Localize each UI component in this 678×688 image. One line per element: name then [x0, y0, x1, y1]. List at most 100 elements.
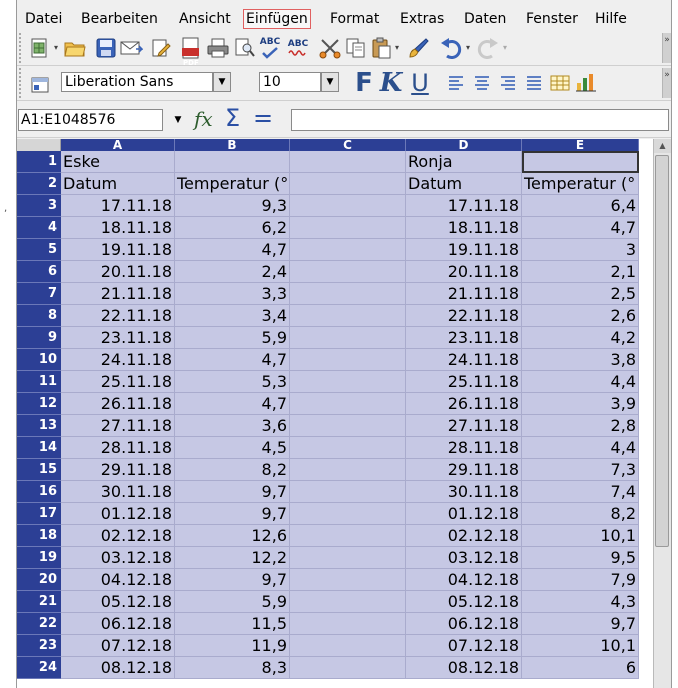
menu-format[interactable]: Format [330, 11, 379, 27]
cell-e19[interactable]: 9,5 [522, 547, 639, 569]
cell-c3[interactable] [290, 195, 406, 217]
row-header[interactable]: 5 [17, 239, 61, 261]
cell-e14[interactable]: 4,4 [522, 437, 639, 459]
cell-d17[interactable]: 01.12.18 [406, 503, 522, 525]
row-header[interactable]: 11 [17, 371, 61, 393]
new-document-icon[interactable] [27, 35, 53, 61]
cell-c11[interactable] [290, 371, 406, 393]
redo-icon[interactable] [475, 35, 501, 61]
cell-b5[interactable]: 4,7 [175, 239, 290, 261]
cell-a17[interactable]: 01.12.18 [61, 503, 175, 525]
align-center-icon[interactable] [469, 70, 495, 96]
cell-b22[interactable]: 11,5 [175, 613, 290, 635]
cell-b19[interactable]: 12,2 [175, 547, 290, 569]
cell-d16[interactable]: 30.11.18 [406, 481, 522, 503]
font-name-field[interactable]: Liberation Sans [61, 72, 213, 92]
print-preview-icon[interactable] [232, 35, 258, 61]
menu-hilfe[interactable]: Hilfe [595, 11, 627, 27]
row-header[interactable]: 14 [17, 437, 61, 459]
cell-d14[interactable]: 28.11.18 [406, 437, 522, 459]
email-icon[interactable] [118, 35, 144, 61]
cell-b1[interactable] [175, 151, 290, 173]
column-header-e[interactable]: E [522, 139, 639, 151]
name-box[interactable]: A1:E1048576 [18, 109, 163, 131]
menu-daten[interactable]: Daten [464, 11, 506, 27]
row-header[interactable]: 21 [17, 591, 61, 613]
row-header[interactable]: 9 [17, 327, 61, 349]
cell-a14[interactable]: 28.11.18 [61, 437, 175, 459]
cell-e18[interactable]: 10,1 [522, 525, 639, 547]
export-pdf-icon[interactable]: PDF [178, 35, 204, 67]
underline-button[interactable]: U [408, 69, 432, 97]
column-header-a[interactable]: A [61, 139, 175, 151]
cell-b11[interactable]: 5,3 [175, 371, 290, 393]
cell-e22[interactable]: 9,7 [522, 613, 639, 635]
cell-e10[interactable]: 3,8 [522, 349, 639, 371]
cell-d1[interactable]: Ronja [406, 151, 522, 173]
cell-a15[interactable]: 29.11.18 [61, 459, 175, 481]
cell-c17[interactable] [290, 503, 406, 525]
scrollbar-thumb[interactable] [655, 155, 669, 547]
name-box-dropdown-icon[interactable]: ▼ [171, 111, 185, 129]
cell-b14[interactable]: 4,5 [175, 437, 290, 459]
toolbar-grip-2[interactable] [19, 68, 24, 98]
cell-d21[interactable]: 05.12.18 [406, 591, 522, 613]
cell-b16[interactable]: 9,7 [175, 481, 290, 503]
cell-e6[interactable]: 2,1 [522, 261, 639, 283]
cell-e16[interactable]: 7,4 [522, 481, 639, 503]
redo-dropdown-icon[interactable]: ▾ [503, 43, 507, 52]
column-header-d[interactable]: D [406, 139, 522, 151]
cell-e8[interactable]: 2,6 [522, 305, 639, 327]
cell-e3[interactable]: 6,4 [522, 195, 639, 217]
cell-c23[interactable] [290, 635, 406, 657]
menu-ansicht[interactable]: Ansicht [179, 11, 231, 27]
cell-c2[interactable] [290, 173, 406, 195]
cell-b2[interactable]: Temperatur (°C) [175, 173, 290, 195]
cell-d7[interactable]: 21.11.18 [406, 283, 522, 305]
format-paintbrush-icon[interactable] [405, 35, 431, 61]
cell-a3[interactable]: 17.11.18 [61, 195, 175, 217]
vertical-scrollbar[interactable]: ▲ [653, 139, 671, 688]
cell-b8[interactable]: 3,4 [175, 305, 290, 327]
font-name-dropdown-icon[interactable]: ▼ [213, 72, 231, 92]
cell-a22[interactable]: 06.12.18 [61, 613, 175, 635]
cell-a11[interactable]: 25.11.18 [61, 371, 175, 393]
scroll-up-icon[interactable]: ▲ [654, 139, 671, 153]
toolbar-grip[interactable] [19, 33, 24, 63]
cell-e9[interactable]: 4,2 [522, 327, 639, 349]
cell-e13[interactable]: 2,8 [522, 415, 639, 437]
styles-icon[interactable] [27, 70, 53, 96]
cell-d5[interactable]: 19.11.18 [406, 239, 522, 261]
cell-e23[interactable]: 10,1 [522, 635, 639, 657]
cell-a9[interactable]: 23.11.18 [61, 327, 175, 349]
row-header[interactable]: 16 [17, 481, 61, 503]
menu-bearbeiten[interactable]: Bearbeiten [81, 11, 158, 27]
cell-d18[interactable]: 02.12.18 [406, 525, 522, 547]
row-header[interactable]: 19 [17, 547, 61, 569]
cell-a20[interactable]: 04.12.18 [61, 569, 175, 591]
formula-input[interactable] [291, 109, 669, 131]
cell-d13[interactable]: 27.11.18 [406, 415, 522, 437]
row-header[interactable]: 23 [17, 635, 61, 657]
align-right-icon[interactable] [495, 70, 521, 96]
merge-cells-icon[interactable] [547, 70, 573, 96]
font-size-dropdown-icon[interactable]: ▼ [321, 72, 339, 92]
cell-d11[interactable]: 25.11.18 [406, 371, 522, 393]
cell-b23[interactable]: 11,9 [175, 635, 290, 657]
spellcheck-icon[interactable]: ABC [257, 35, 283, 61]
cell-c14[interactable] [290, 437, 406, 459]
cell-d12[interactable]: 26.11.18 [406, 393, 522, 415]
cell-c16[interactable] [290, 481, 406, 503]
cell-d4[interactable]: 18.11.18 [406, 217, 522, 239]
cell-a12[interactable]: 26.11.18 [61, 393, 175, 415]
cell-e4[interactable]: 4,7 [522, 217, 639, 239]
cell-d9[interactable]: 23.11.18 [406, 327, 522, 349]
cell-e2[interactable]: Temperatur (° [522, 173, 639, 195]
cell-b4[interactable]: 6,2 [175, 217, 290, 239]
align-left-icon[interactable] [443, 70, 469, 96]
cell-c24[interactable] [290, 657, 406, 679]
chart-bars-icon[interactable] [573, 70, 599, 96]
cell-c18[interactable] [290, 525, 406, 547]
cell-a18[interactable]: 02.12.18 [61, 525, 175, 547]
cell-e17[interactable]: 8,2 [522, 503, 639, 525]
